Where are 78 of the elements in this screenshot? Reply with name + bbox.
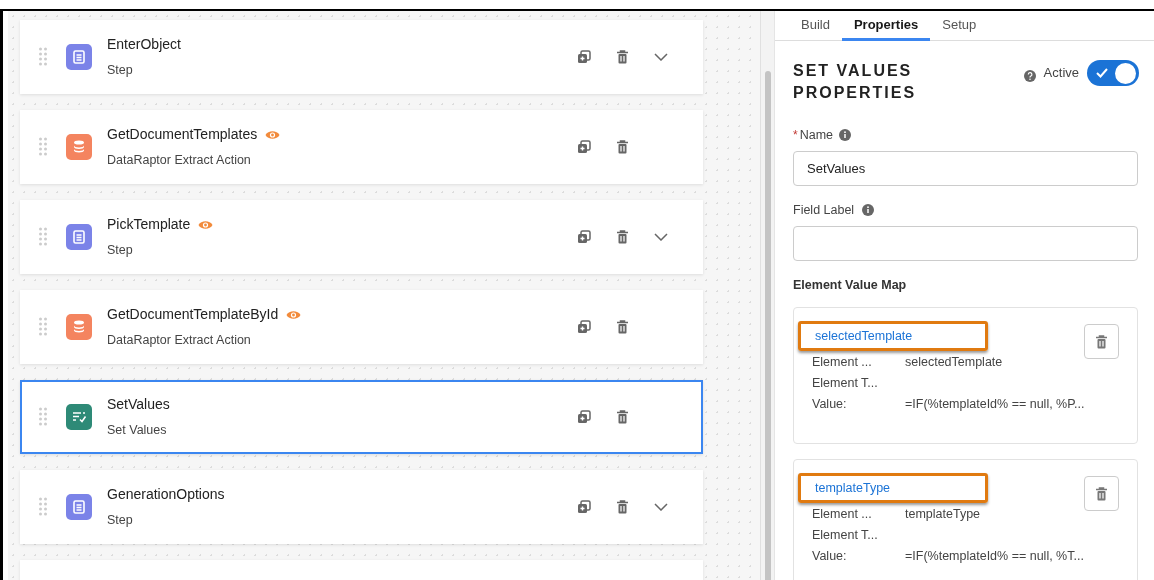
drag-handle-icon[interactable] bbox=[39, 317, 47, 337]
step-type: Step bbox=[107, 512, 134, 530]
step-card[interactable]: EnterObject Step bbox=[20, 20, 703, 94]
drag-handle-icon[interactable] bbox=[39, 47, 47, 67]
scrollbar-thumb[interactable] bbox=[764, 71, 771, 580]
delete-icon[interactable] bbox=[616, 500, 629, 514]
property-value: selectedTemplate bbox=[905, 354, 1003, 371]
step-card[interactable]: PickTemplate Step bbox=[20, 200, 703, 274]
entry-link[interactable]: templateType bbox=[815, 478, 891, 498]
step-type: Step bbox=[107, 62, 134, 80]
chevron-down-icon[interactable] bbox=[654, 503, 668, 511]
required-mark: * bbox=[793, 127, 798, 145]
delete-icon[interactable] bbox=[616, 320, 629, 334]
step-card[interactable]: GenerationOptions Step bbox=[20, 470, 703, 544]
field-label-input[interactable] bbox=[793, 225, 1138, 261]
drag-handle-icon[interactable] bbox=[39, 137, 47, 157]
delete-icon[interactable] bbox=[616, 140, 629, 154]
delete-button[interactable] bbox=[1084, 476, 1119, 512]
info-icon[interactable] bbox=[862, 204, 875, 217]
delete-icon bbox=[1095, 334, 1108, 349]
checklist-icon bbox=[66, 404, 92, 430]
panel-tab[interactable]: Build bbox=[789, 11, 842, 41]
property-value: =IF(%templateId% == null, %T... bbox=[905, 548, 1084, 565]
name-input[interactable]: SetValues bbox=[793, 150, 1138, 186]
step-type: DataRaptor Extract Action bbox=[107, 152, 252, 170]
step-type: Step bbox=[107, 242, 134, 260]
copy-icon[interactable] bbox=[577, 410, 591, 424]
database-icon bbox=[66, 134, 92, 160]
step-card[interactable]: SetValues Set Values bbox=[20, 380, 703, 454]
delete-icon[interactable] bbox=[616, 410, 629, 424]
info-icon[interactable] bbox=[839, 129, 851, 142]
entry-link[interactable]: selectedTemplate bbox=[815, 326, 913, 346]
property-label: Element ... bbox=[812, 354, 873, 371]
active-label: Active bbox=[1043, 64, 1079, 83]
step-name: EnterObject bbox=[107, 35, 181, 55]
drag-handle-icon[interactable] bbox=[39, 227, 47, 247]
property-label: Element T... bbox=[812, 527, 879, 544]
step-type: Set Values bbox=[107, 422, 168, 440]
step-type: DataRaptor Extract Action bbox=[107, 332, 252, 350]
chevron-down-icon[interactable] bbox=[654, 233, 668, 241]
property-label: Element T... bbox=[812, 375, 879, 392]
property-label: Element ... bbox=[812, 506, 873, 523]
step-name: GetDocumentTemplates bbox=[107, 125, 258, 145]
list-icon bbox=[66, 44, 92, 70]
property-value: =IF(%templateId% == null, %P... bbox=[905, 396, 1085, 413]
active-toggle[interactable] bbox=[1087, 60, 1139, 86]
panel-title: SET VALUES PROPERTIES bbox=[793, 61, 918, 103]
property-value: templateType bbox=[905, 506, 981, 523]
name-label: Name bbox=[799, 127, 833, 144]
chevron-down-icon[interactable] bbox=[654, 53, 668, 61]
copy-icon[interactable] bbox=[577, 230, 591, 244]
check-icon bbox=[1095, 67, 1109, 79]
copy-icon[interactable] bbox=[577, 500, 591, 514]
step-name: GenerationOptions bbox=[107, 485, 225, 505]
database-icon bbox=[66, 314, 92, 340]
field-label-label: Field Label bbox=[793, 201, 855, 219]
delete-icon[interactable] bbox=[616, 50, 629, 64]
step-name: PickTemplate bbox=[107, 215, 191, 235]
drag-handle-icon[interactable] bbox=[39, 407, 47, 427]
step-name: SetValues bbox=[107, 395, 170, 415]
drag-handle-icon[interactable] bbox=[39, 497, 47, 517]
copy-icon[interactable] bbox=[577, 140, 591, 154]
panel-tab[interactable]: Setup bbox=[930, 11, 989, 41]
step-card[interactable]: GetDocumentTemplateById DataRaptor Extract Action bbox=[20, 290, 703, 364]
property-label: Value: bbox=[812, 548, 848, 565]
delete-button[interactable] bbox=[1084, 324, 1119, 360]
section-heading: Element Value Map bbox=[793, 276, 908, 294]
delete-icon[interactable] bbox=[616, 230, 629, 244]
panel-tab[interactable]: Properties bbox=[841, 11, 931, 41]
step-card[interactable]: GetDocumentTemplates DataRaptor Extract Action bbox=[20, 110, 703, 184]
property-label: Value: bbox=[812, 396, 848, 413]
list-icon bbox=[66, 494, 92, 520]
list-icon bbox=[66, 224, 92, 250]
copy-icon[interactable] bbox=[577, 320, 591, 334]
step-name: GetDocumentTemplateById bbox=[107, 305, 279, 325]
help-icon[interactable] bbox=[1023, 70, 1036, 82]
delete-icon bbox=[1095, 486, 1108, 501]
copy-icon[interactable] bbox=[577, 50, 591, 64]
